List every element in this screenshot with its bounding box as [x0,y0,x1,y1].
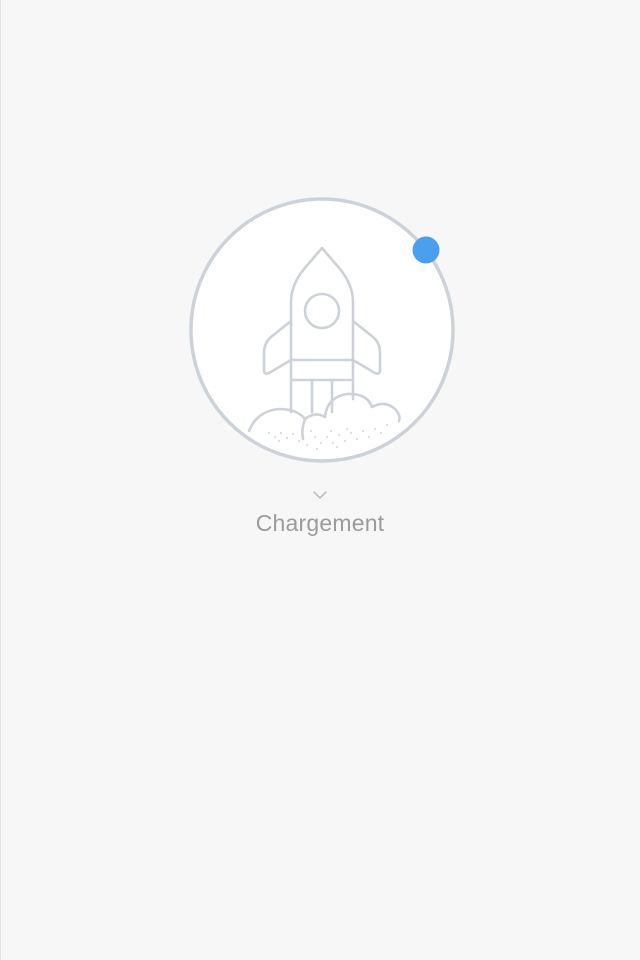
loading-label: Chargement [255,510,385,536]
progress-ring [189,197,455,463]
loading-spinner [187,197,457,467]
chevron-down-icon [312,487,328,499]
left-edge-divider [0,0,1,960]
loading-spinner-graphic [189,197,455,463]
loading-screen: Chargement [0,0,640,960]
progress-indicator-dot [412,236,440,264]
